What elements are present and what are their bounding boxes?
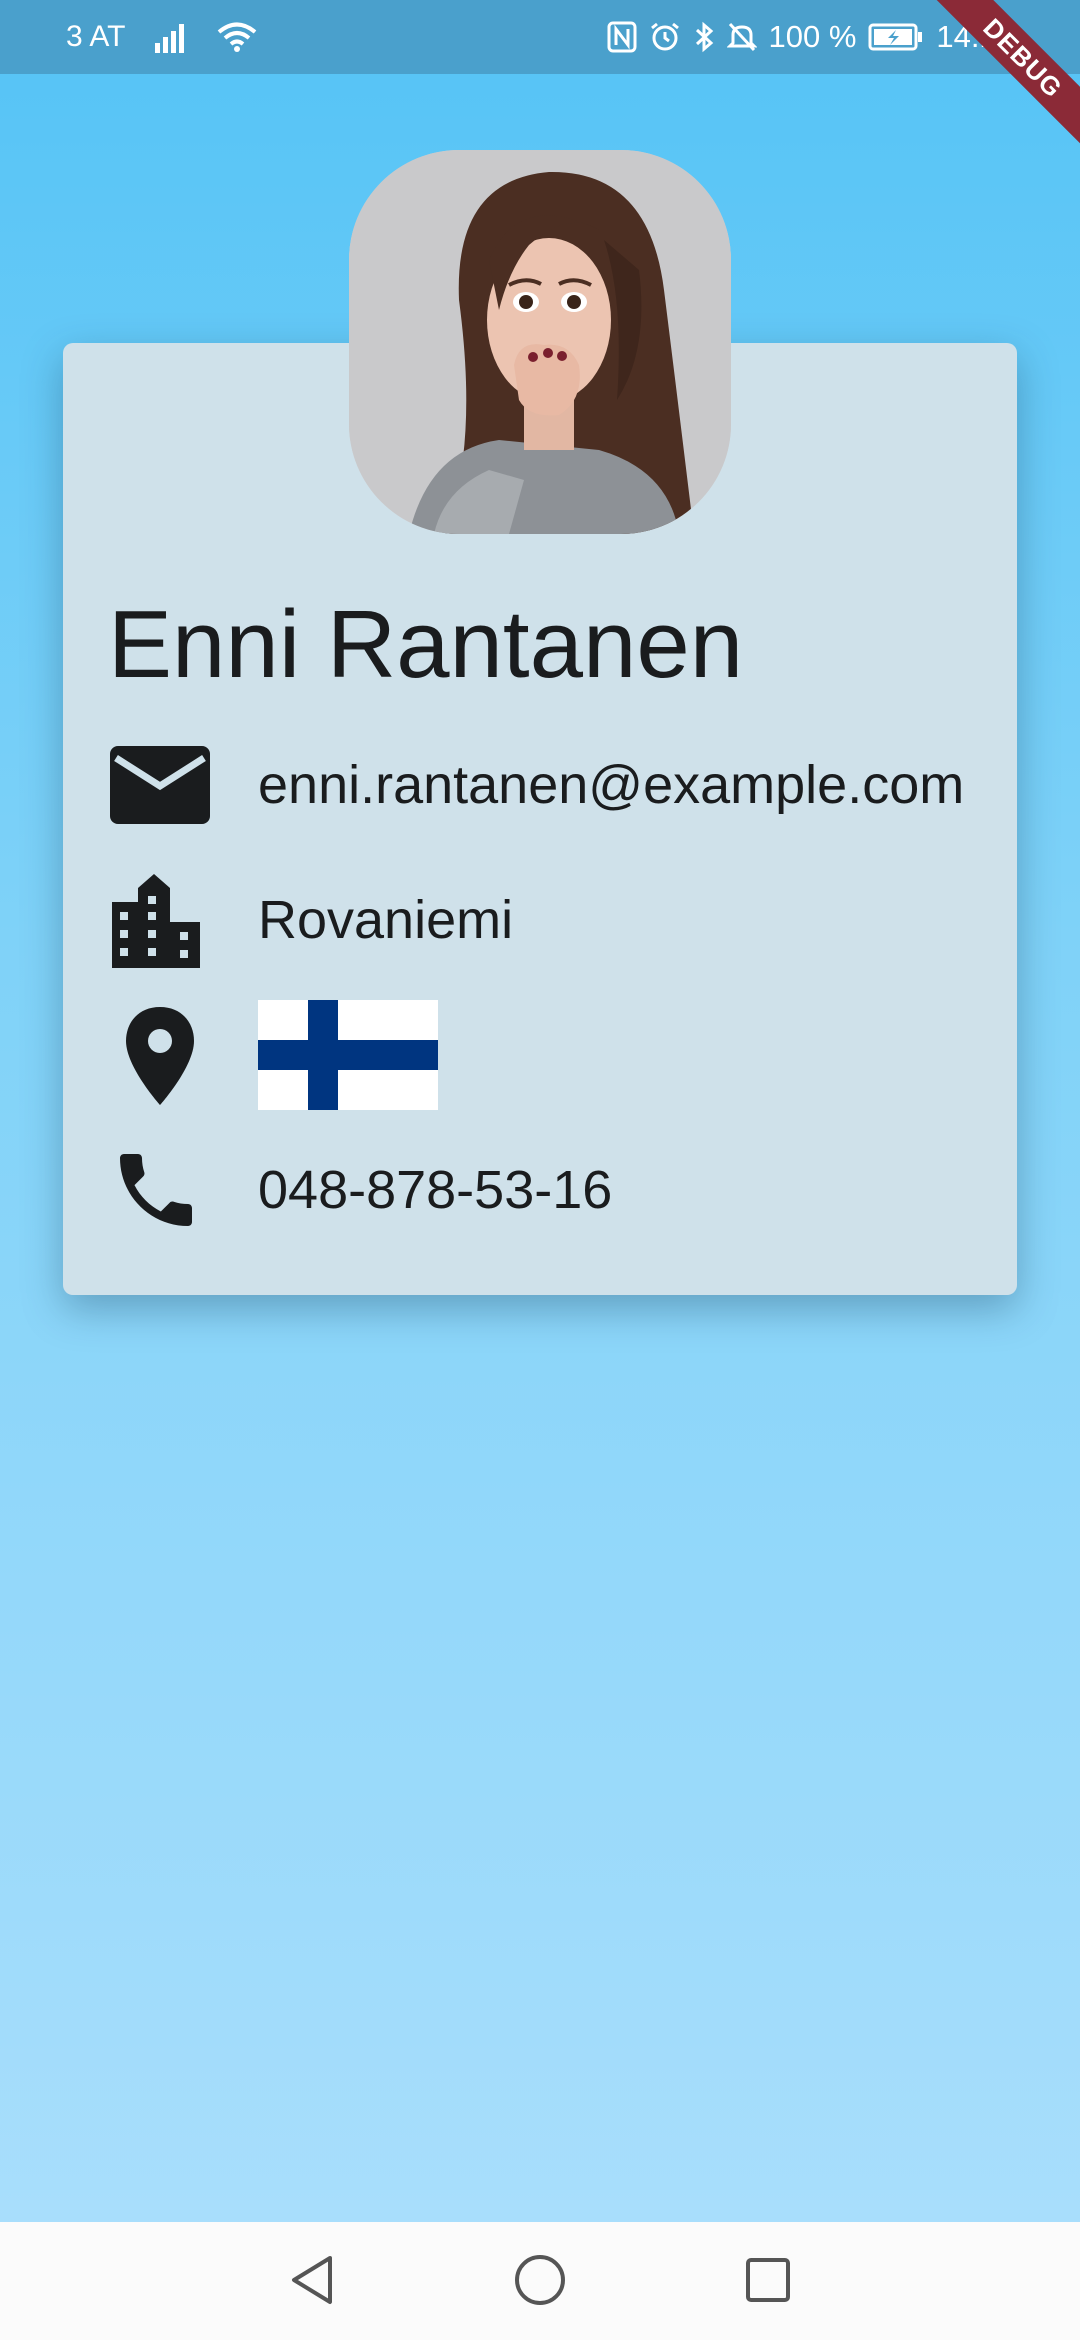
mail-icon (108, 735, 228, 835)
profile-name: Enni Rantanen (108, 591, 744, 698)
avatar-portrait-icon (349, 150, 731, 534)
battery-percent: 100 % (768, 19, 857, 54)
phone-row[interactable]: 048-878-53-16 (108, 1140, 612, 1240)
system-nav-bar (0, 2222, 1080, 2340)
mute-icon (726, 21, 757, 53)
back-triangle-icon (292, 2256, 332, 2304)
recents-button[interactable] (736, 2248, 800, 2312)
home-circle-icon (515, 2255, 565, 2305)
carrier-label: 3 AT (66, 20, 126, 53)
finland-flag (258, 1000, 438, 1110)
email-text[interactable]: enni.rantanen@example.com (258, 754, 964, 816)
phone-icon (108, 1140, 228, 1240)
recents-square-icon (746, 2258, 790, 2302)
phone-text[interactable]: 048-878-53-16 (258, 1159, 612, 1221)
back-button[interactable] (280, 2248, 344, 2312)
location-pin-icon (108, 1005, 228, 1105)
nfc-icon (607, 21, 637, 53)
avatar (349, 150, 731, 534)
battery-icon (868, 22, 924, 52)
signal-icon (153, 21, 189, 53)
country-row (108, 1000, 438, 1110)
profile-screen: 3 AT 100 % DEBUG Enni Rantanen enni.rant… (0, 0, 1080, 2340)
city-row: Rovaniemi (108, 870, 513, 970)
city-text: Rovaniemi (258, 890, 514, 950)
wifi-icon (217, 21, 257, 53)
city-icon (108, 870, 228, 970)
email-row[interactable]: enni.rantanen@example.com (108, 735, 964, 835)
bluetooth-icon (693, 21, 715, 53)
alarm-icon (649, 21, 681, 53)
home-button[interactable] (508, 2248, 572, 2312)
status-bar: 3 AT 100 % (0, 0, 1080, 74)
